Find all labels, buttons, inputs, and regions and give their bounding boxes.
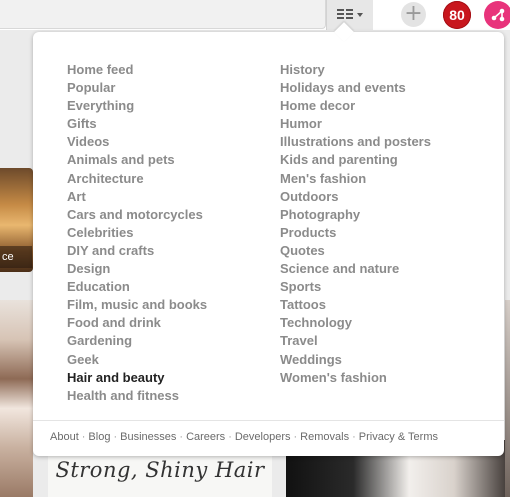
profile-button[interactable] (484, 1, 510, 29)
category-item-health-and-fitness[interactable]: Health and fitness (67, 387, 207, 405)
footer-link-careers[interactable]: Careers (186, 431, 225, 443)
pin-image-perfume[interactable]: ce (0, 168, 33, 272)
category-item-humor[interactable]: Humor (280, 115, 431, 133)
category-grid-icon (337, 9, 353, 20)
category-item-history[interactable]: History (280, 61, 431, 79)
pin-image-edge[interactable] (505, 300, 510, 497)
footer-link-blog[interactable]: Blog (88, 431, 110, 443)
category-item-men-s-fashion[interactable]: Men's fashion (280, 170, 431, 188)
category-item-gifts[interactable]: Gifts (67, 115, 207, 133)
category-item-everything[interactable]: Everything (67, 97, 207, 115)
footer-link-developers[interactable]: Developers (235, 431, 291, 443)
category-item-celebrities[interactable]: Celebrities (67, 224, 207, 242)
footer-separator: · (113, 431, 118, 443)
footer-divider (33, 420, 504, 421)
footer-separator: · (179, 431, 184, 443)
category-item-architecture[interactable]: Architecture (67, 170, 207, 188)
notifications-button[interactable]: 80 (443, 1, 471, 29)
footer-separator: · (81, 431, 86, 443)
footer-links: About · Blog · Businesses · Careers · Developers… (50, 431, 500, 447)
notifications-count: 80 (449, 7, 465, 23)
category-item-art[interactable]: Art (67, 188, 207, 206)
category-item-photography[interactable]: Photography (280, 206, 431, 224)
category-item-home-decor[interactable]: Home decor (280, 97, 431, 115)
top-header-bar: + 80 (0, 0, 510, 30)
category-item-design[interactable]: Design (67, 260, 207, 278)
categories-menu-button[interactable] (326, 0, 373, 30)
category-item-popular[interactable]: Popular (67, 79, 207, 97)
category-item-illustrations-and-posters[interactable]: Illustrations and posters (280, 133, 431, 151)
add-pin-button[interactable]: + (401, 2, 426, 27)
category-item-hair-and-beauty[interactable]: Hair and beauty (67, 369, 207, 387)
footer-link-businesses[interactable]: Businesses (120, 431, 176, 443)
category-item-science-and-nature[interactable]: Science and nature (280, 260, 431, 278)
categories-dropdown: Home feed Popular Everything Gifts Videos Ani… (33, 22, 504, 456)
category-item-travel[interactable]: Travel (280, 332, 431, 350)
category-item-tattoos[interactable]: Tattoos (280, 296, 431, 314)
category-item-holidays-and-events[interactable]: Holidays and events (280, 79, 431, 97)
plus-icon: + (404, 1, 423, 26)
category-item-women-s-fashion[interactable]: Women's fashion (280, 369, 431, 387)
chevron-down-icon (357, 13, 363, 17)
pin-image-portrait[interactable] (0, 300, 33, 497)
category-item-weddings[interactable]: Weddings (280, 351, 431, 369)
category-item-outdoors[interactable]: Outdoors (280, 188, 431, 206)
footer-link-removals[interactable]: Removals (300, 431, 349, 443)
category-item-kids-and-parenting[interactable]: Kids and parenting (280, 151, 431, 169)
pin-handwriting: Strong, Shiny Hair (55, 458, 265, 482)
category-item-videos[interactable]: Videos (67, 133, 207, 151)
footer-link-privacy-terms[interactable]: Privacy & Terms (359, 431, 438, 443)
categories-column-2: History Holidays and events Home decor Humo… (280, 61, 431, 387)
category-item-diy-and-crafts[interactable]: DIY and crafts (67, 242, 207, 260)
search-bar[interactable] (0, 0, 326, 29)
category-item-film-music-and-books[interactable]: Film, music and books (67, 296, 207, 314)
category-item-sports[interactable]: Sports (280, 278, 431, 296)
category-item-gardening[interactable]: Gardening (67, 332, 207, 350)
category-item-food-and-drink[interactable]: Food and drink (67, 314, 207, 332)
category-item-education[interactable]: Education (67, 278, 207, 296)
pinterest-profile-icon (491, 8, 505, 22)
category-item-cars-and-motorcycles[interactable]: Cars and motorcycles (67, 206, 207, 224)
footer-separator: · (293, 431, 298, 443)
category-item-home-feed[interactable]: Home feed (67, 61, 207, 79)
category-item-technology[interactable]: Technology (280, 314, 431, 332)
category-item-quotes[interactable]: Quotes (280, 242, 431, 260)
category-item-products[interactable]: Products (280, 224, 431, 242)
footer-separator: · (352, 431, 356, 443)
categories-column-1: Home feed Popular Everything Gifts Videos Ani… (67, 61, 207, 405)
pin-caption: ce (0, 246, 32, 268)
category-item-animals-and-pets[interactable]: Animals and pets (67, 151, 207, 169)
footer-link-about[interactable]: About (50, 431, 79, 443)
footer-separator: · (228, 431, 232, 443)
category-item-geek[interactable]: Geek (67, 351, 207, 369)
